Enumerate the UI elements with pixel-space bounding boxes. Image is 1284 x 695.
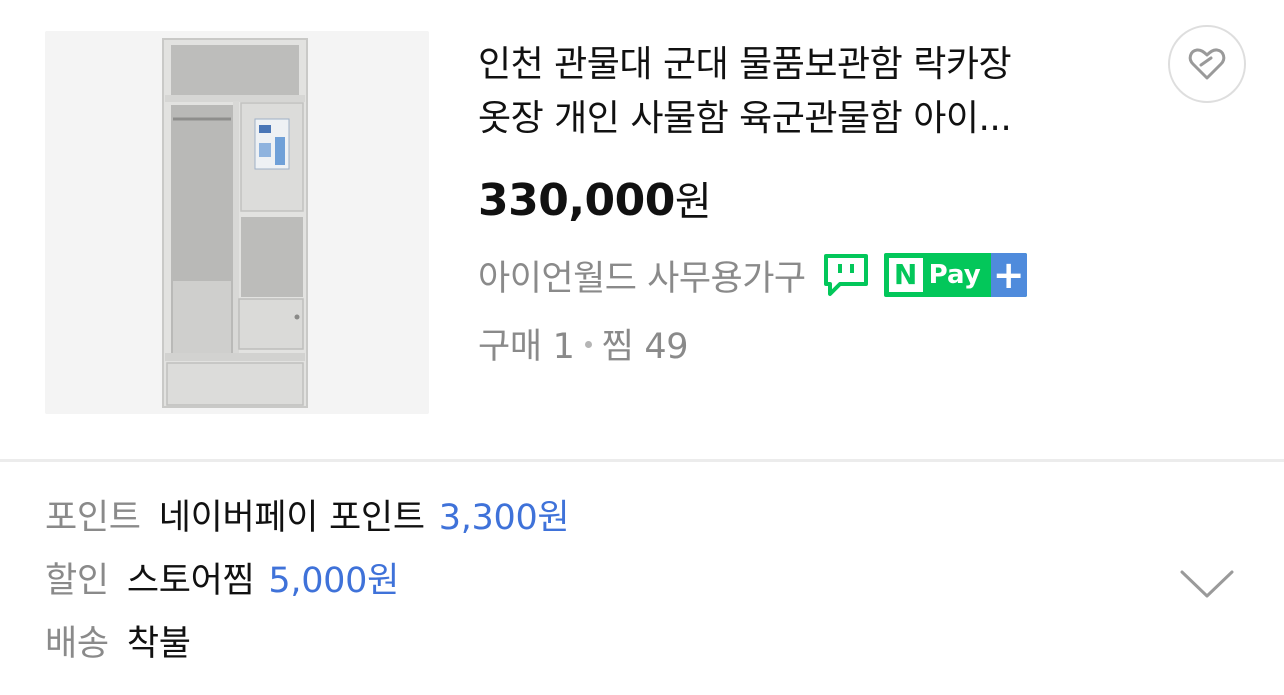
product-title[interactable]: 인천 관물대 군대 물품보관함 락카장 옷장 개인 사물함 육군관물함 아이..… <box>478 38 1138 146</box>
discount-amount: 5,000원 <box>268 561 400 601</box>
locker-illustration <box>45 31 429 414</box>
chevron-down-icon <box>1180 570 1234 598</box>
point-amount: 3,300원 <box>438 498 570 538</box>
product-image[interactable] <box>45 31 429 414</box>
heart-icon <box>1188 48 1226 80</box>
shipping-row: 배송 착불 <box>45 619 205 669</box>
product-card[interactable]: 인천 관물대 군대 물품보관함 락카장 옷장 개인 사물함 육군관물함 아이..… <box>0 0 1284 460</box>
section-divider <box>0 459 1284 462</box>
separator-dot <box>584 340 592 348</box>
price-value: 330,000 <box>478 175 675 226</box>
naver-n-icon: N <box>888 258 923 292</box>
store-info-row: 아이언월드 사무용가구 N Pay + <box>478 248 1027 302</box>
expand-benefits-button[interactable] <box>1178 564 1236 604</box>
shipping-label: 배송 <box>45 624 109 664</box>
naver-pay-label: Pay <box>928 260 981 290</box>
favorite-button[interactable] <box>1168 25 1246 103</box>
discount-label: 할인 <box>45 561 109 601</box>
store-name[interactable]: 아이언월드 사무용가구 <box>478 250 806 301</box>
like-count: 찜 49 <box>601 327 689 367</box>
product-title-line-2[interactable]: 옷장 개인 사물함 육군관물함 아이... <box>478 92 1138 146</box>
discount-value: 스토어찜 <box>126 561 255 601</box>
talk-chat-icon[interactable] <box>822 252 870 298</box>
naver-pay-badge: N Pay + <box>883 253 1027 297</box>
shipping-value: 착불 <box>126 624 191 664</box>
point-value: 네이버페이 포인트 <box>158 498 425 538</box>
point-label: 포인트 <box>45 498 141 538</box>
purchase-count: 구매 1 <box>478 327 575 367</box>
plus-icon: + <box>990 253 1027 297</box>
product-title-line-1[interactable]: 인천 관물대 군대 물품보관함 락카장 <box>478 38 1138 92</box>
product-stats: 구매 1 찜 49 <box>478 322 689 372</box>
point-row: 포인트 네이버페이 포인트 3,300원 <box>45 493 570 543</box>
price-unit: 원 <box>674 179 712 225</box>
product-price: 330,000원 <box>478 173 712 230</box>
discount-row: 할인 스토어찜 5,000원 <box>45 556 399 606</box>
